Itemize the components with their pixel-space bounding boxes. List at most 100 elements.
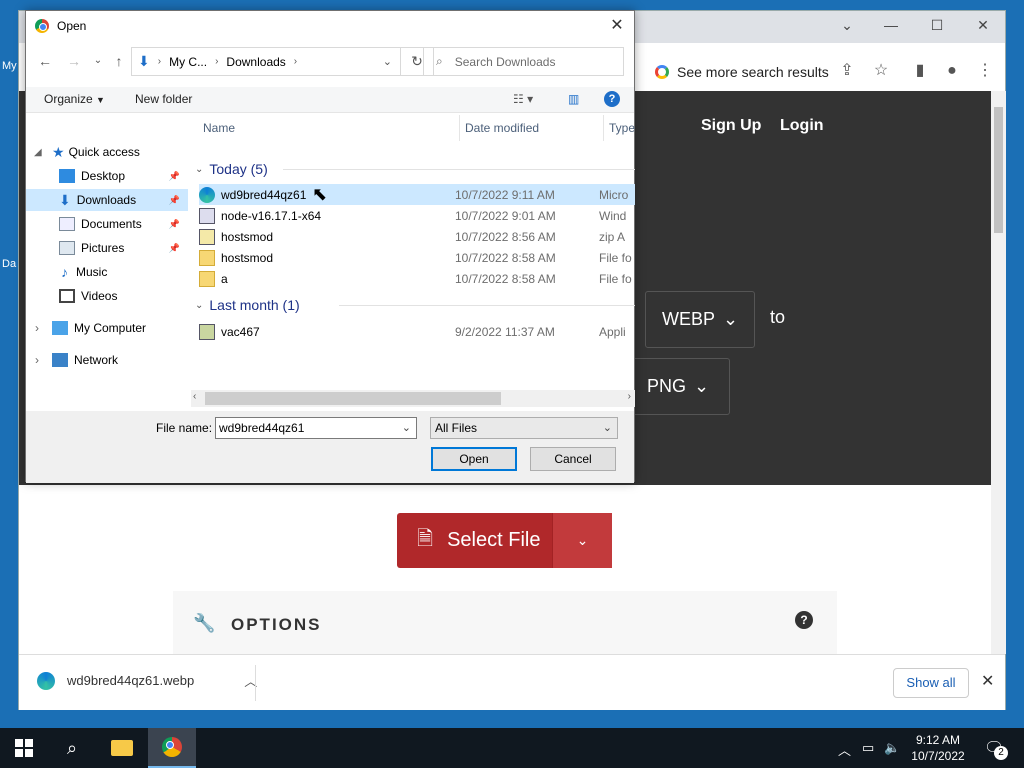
back-arrow-icon[interactable]: ← — [37, 53, 53, 71]
chevron-down-icon: ⌄ — [195, 299, 204, 311]
chevron-right-icon[interactable]: › — [35, 353, 39, 367]
breadcrumb-item[interactable]: Downloads — [226, 55, 285, 69]
page-scrollbar[interactable] — [991, 91, 1006, 654]
expand-arrow-icon[interactable]: ◢ — [34, 147, 42, 158]
omnibox-hint-text: See more search results — [677, 64, 829, 80]
edge-file-icon — [37, 671, 55, 690]
file-row[interactable]: hostsmod 10/7/2022 8:58 AM File fo — [199, 247, 635, 268]
address-bar[interactable]: ⬇ › My C... › Downloads › ⌄ — [131, 47, 401, 76]
nav-item-downloads[interactable]: ⬇ Downloads 📌 — [26, 189, 188, 211]
search-input[interactable]: ⌕ Search Downloads — [423, 47, 624, 76]
videos-icon — [59, 289, 75, 303]
share-icon[interactable]: ⇪ — [837, 61, 857, 81]
system-clock[interactable]: 9:12 AM 10/7/2022 — [900, 732, 976, 764]
view-options-icon[interactable]: ☷ ▾ — [513, 92, 533, 106]
select-file-button[interactable]: 🗎 Select File ⌄ — [397, 513, 612, 568]
organize-button[interactable]: Organize ▼ — [44, 92, 105, 106]
network-icon[interactable]: ▭ — [862, 740, 874, 756]
nav-item-pictures[interactable]: Pictures 📌 — [26, 237, 188, 259]
search-icon[interactable]: ⌕ — [48, 728, 96, 768]
login-link[interactable]: Login — [780, 117, 824, 135]
column-header-type[interactable]: Type — [609, 121, 635, 135]
installer-icon — [199, 207, 215, 224]
sign-up-link[interactable]: Sign Up — [701, 117, 761, 135]
music-icon: ♪ — [61, 264, 68, 280]
pin-icon[interactable]: 📌 — [169, 171, 180, 182]
column-header-date[interactable]: Date modified — [465, 121, 539, 135]
dialog-titlebar: Open ✕ — [26, 11, 634, 41]
close-window-button[interactable]: ✕ — [971, 17, 995, 37]
column-divider[interactable] — [459, 115, 460, 141]
chevron-up-icon[interactable]: ︿ — [838, 740, 851, 759]
close-icon[interactable]: ✕ — [981, 671, 994, 691]
file-type-select[interactable]: All Files ⌄ — [430, 417, 618, 439]
file-explorer-icon[interactable] — [98, 728, 146, 768]
file-row[interactable]: a 10/7/2022 8:58 AM File fo — [199, 268, 635, 289]
horizontal-scrollbar[interactable]: ‹ › — [191, 390, 635, 407]
file-date: 10/7/2022 8:56 AM — [455, 229, 556, 244]
scroll-thumb[interactable] — [205, 392, 501, 405]
bookmark-star-icon[interactable]: ☆ — [871, 61, 891, 81]
file-row[interactable]: hostsmod 10/7/2022 8:56 AM zip A — [199, 226, 635, 247]
volume-icon[interactable]: 🔈 — [884, 740, 900, 756]
nav-item-my-computer[interactable]: › My Computer — [26, 317, 188, 339]
cancel-button[interactable]: Cancel — [530, 447, 616, 471]
up-arrow-icon[interactable]: ↑ — [111, 53, 127, 71]
maximize-button[interactable]: ☐ — [925, 17, 949, 37]
help-icon[interactable]: ? — [604, 91, 620, 107]
profile-avatar-icon[interactable]: ● — [942, 61, 962, 81]
file-type: Micro — [599, 187, 629, 202]
from-format-dropdown[interactable]: WEBP ⌄ — [645, 291, 756, 348]
file-row[interactable]: vac467 9/2/2022 11:37 AM Appli — [199, 321, 635, 342]
close-button[interactable]: ✕ — [606, 15, 628, 37]
nav-item-music[interactable]: ♪ Music — [26, 261, 188, 283]
tab-search-icon[interactable]: ⌄ — [835, 17, 859, 37]
pin-icon[interactable]: 📌 — [169, 219, 180, 230]
chevron-right-icon[interactable]: › — [35, 321, 39, 335]
to-format-dropdown[interactable]: PNG ⌄ — [629, 358, 730, 415]
download-item[interactable]: wd9bred44qz61.webp ︿ — [37, 671, 257, 690]
nav-item-network[interactable]: › Network — [26, 349, 188, 371]
recent-locations-icon[interactable]: ⌄ — [90, 55, 106, 73]
file-name: a — [221, 271, 228, 286]
chevron-down-icon[interactable]: ⌄ — [402, 418, 411, 438]
scroll-thumb[interactable] — [994, 107, 1003, 233]
nav-item-quick-access[interactable]: ◢ ★ Quick access — [26, 141, 188, 163]
show-all-button[interactable]: Show all — [893, 668, 969, 698]
desktop-icon-label[interactable]: My — [2, 60, 17, 72]
open-button[interactable]: Open — [431, 447, 517, 471]
group-header[interactable]: ⌄ Today (5) — [191, 159, 268, 179]
new-folder-button[interactable]: New folder — [135, 92, 192, 106]
breadcrumb-item[interactable]: My C... — [169, 55, 207, 69]
chevron-down-icon[interactable]: ⌄ — [552, 513, 612, 568]
nav-item-documents[interactable]: Documents 📌 — [26, 213, 188, 235]
omnibox-suggestion[interactable]: See more search results — [655, 64, 829, 80]
preview-pane-icon[interactable]: ▥ — [568, 92, 579, 106]
documents-icon — [59, 217, 75, 231]
desktop-icon-label[interactable]: Da — [2, 258, 16, 270]
chrome-menu-icon[interactable]: ⋮ — [975, 61, 995, 81]
forward-arrow-icon[interactable]: → — [66, 53, 82, 71]
minimize-button[interactable]: — — [879, 17, 903, 37]
downloads-folder-icon: ⬇ — [138, 53, 150, 69]
file-row[interactable]: wd9bred44qz61 10/7/2022 9:11 AM Micro — [199, 184, 635, 205]
chrome-taskbar-icon[interactable] — [148, 728, 196, 768]
nav-item-videos[interactable]: Videos — [26, 285, 188, 307]
group-header[interactable]: ⌄ Last month (1) — [191, 295, 300, 315]
chevron-down-icon[interactable]: ⌄ — [383, 55, 392, 68]
side-panel-icon[interactable]: ▮ — [910, 61, 930, 81]
start-button[interactable] — [0, 728, 48, 768]
help-icon[interactable]: ? — [795, 611, 813, 629]
group-label: Last month (1) — [209, 297, 300, 313]
column-header-name[interactable]: Name — [203, 121, 235, 135]
nav-item-desktop[interactable]: Desktop 📌 — [26, 165, 188, 187]
chevron-down-icon: ⌄ — [723, 309, 739, 329]
file-row[interactable]: node-v16.17.1-x64 10/7/2022 9:01 AM Wind — [199, 205, 635, 226]
pin-icon[interactable]: 📌 — [169, 195, 180, 206]
column-divider[interactable] — [603, 115, 604, 141]
scroll-left-icon[interactable]: ‹ — [193, 391, 196, 402]
file-name-input[interactable]: wd9bred44qz61 ⌄ — [215, 417, 417, 439]
scroll-right-icon[interactable]: › — [628, 391, 631, 402]
pin-icon[interactable]: 📌 — [169, 243, 180, 254]
nav-label: Videos — [81, 289, 118, 303]
